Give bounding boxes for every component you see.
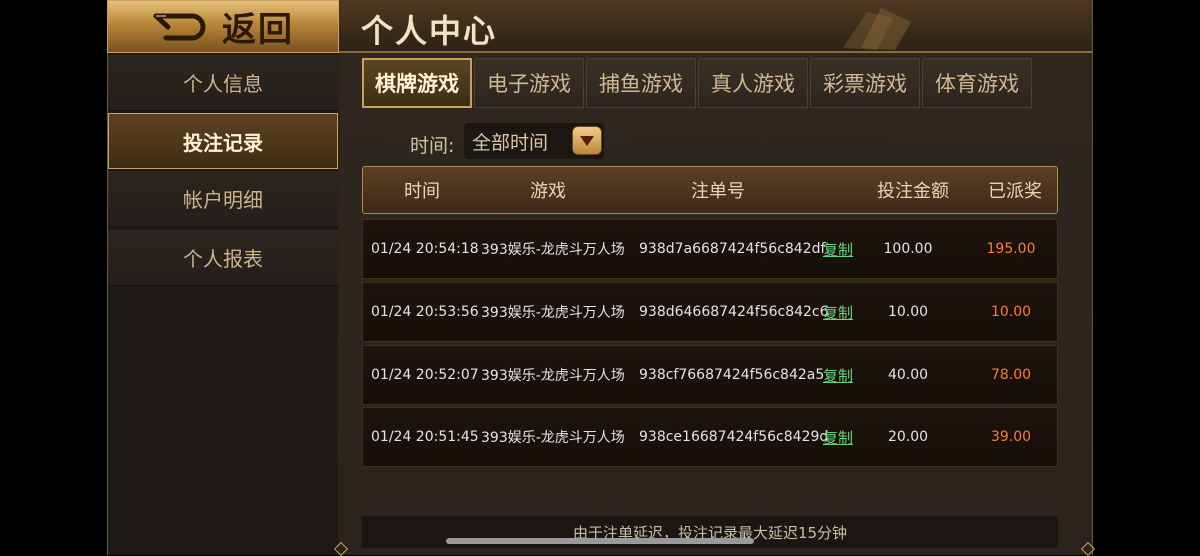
dropdown-arrow-icon[interactable]	[572, 126, 602, 155]
sidebar-item-label: 帐户明细	[183, 188, 263, 212]
copy-button[interactable]: 复制	[823, 283, 853, 341]
game-tabs: 棋牌游戏 电子游戏 捕鱼游戏 真人游戏 彩票游戏 体育游戏	[362, 58, 1034, 108]
sidebar-item-account-details[interactable]: 帐户明细	[108, 171, 338, 227]
tab-label: 电子游戏	[487, 72, 571, 96]
row-game: 393娱乐-龙虎斗万人场	[481, 242, 625, 258]
sidebar-item-label: 个人信息	[183, 72, 263, 96]
row-time: 01/24 20:54:18	[371, 241, 479, 257]
table-header: 时间 游戏 注单号 投注金额 已派奖	[362, 166, 1058, 214]
row-game: 393娱乐-龙虎斗万人场	[481, 368, 625, 384]
tab-label: 真人游戏	[711, 72, 795, 96]
row-time: 01/24 20:53:56	[371, 304, 479, 320]
column-header-bet-amount: 投注金额	[877, 181, 949, 202]
table-row: 01/24 20:52:07 393娱乐-龙虎斗万人场 938cf7668742…	[362, 345, 1058, 405]
table-row: 01/24 20:51:45 393娱乐-龙虎斗万人场 938ce1668742…	[362, 407, 1058, 467]
sidebar-item-personal-report[interactable]: 个人报表	[108, 230, 338, 286]
row-bet-amount: 40.00	[887, 367, 929, 383]
row-game: 393娱乐-龙虎斗万人场	[481, 430, 625, 446]
copy-button[interactable]: 复制	[823, 408, 853, 466]
sidebar-item-label: 个人报表	[183, 247, 263, 271]
home-indicator-bar	[446, 538, 754, 544]
back-label: 返回	[222, 10, 294, 50]
tab-lottery[interactable]: 彩票游戏	[810, 58, 920, 108]
tab-label: 彩票游戏	[823, 72, 907, 96]
row-payout: 10.00	[990, 304, 1032, 320]
header-bar: 个人中心	[339, 0, 1092, 53]
row-game: 393娱乐-龙虎斗万人场	[481, 305, 625, 321]
tab-chess-card[interactable]: 棋牌游戏	[362, 58, 472, 108]
tab-label: 体育游戏	[935, 72, 1019, 96]
time-filter-label: 时间:	[410, 135, 455, 157]
column-header-order-no: 注单号	[691, 181, 745, 202]
cards-decoration-icon	[843, 8, 911, 50]
row-bet-amount: 100.00	[883, 241, 933, 257]
column-header-game: 游戏	[530, 181, 566, 202]
back-button[interactable]: 返回	[107, 0, 339, 53]
sidebar-item-bet-records[interactable]: 投注记录	[108, 113, 338, 169]
row-time: 01/24 20:51:45	[371, 429, 479, 445]
tab-live[interactable]: 真人游戏	[698, 58, 808, 108]
copy-button[interactable]: 复制	[823, 220, 853, 278]
tab-electronic[interactable]: 电子游戏	[474, 58, 584, 108]
copy-button[interactable]: 复制	[823, 346, 853, 404]
time-filter-value: 全部时间	[472, 131, 549, 154]
row-payout: 39.00	[990, 429, 1032, 445]
row-order-no: 938d7a6687424f56c842df	[639, 241, 826, 257]
time-filter-select[interactable]: 全部时间	[464, 123, 604, 159]
row-order-no: 938d646687424f56c842c6	[639, 304, 829, 320]
row-order-no: 938ce16687424f56c8429d	[639, 429, 829, 445]
sidebar-item-label: 投注记录	[183, 130, 263, 155]
column-header-payout: 已派奖	[988, 181, 1042, 202]
column-header-time: 时间	[404, 181, 440, 202]
table-row: 01/24 20:54:18 393娱乐-龙虎斗万人场 938d7a668742…	[362, 219, 1058, 279]
tab-label: 棋牌游戏	[375, 72, 459, 96]
sidebar-item-profile[interactable]: 个人信息	[108, 55, 338, 111]
sidebar: 个人信息 投注记录 帐户明细 个人报表	[108, 53, 338, 555]
tab-label: 捕鱼游戏	[599, 72, 683, 96]
row-payout: 78.00	[990, 367, 1032, 383]
tab-fishing[interactable]: 捕鱼游戏	[586, 58, 696, 108]
row-bet-amount: 20.00	[887, 429, 929, 445]
tab-sports[interactable]: 体育游戏	[922, 58, 1032, 108]
row-payout: 195.00	[986, 241, 1036, 257]
row-bet-amount: 10.00	[887, 304, 929, 320]
main-content: 棋牌游戏 电子游戏 捕鱼游戏 真人游戏 彩票游戏 体育游戏 时间: 全部时间 时…	[340, 53, 1091, 555]
table-row: 01/24 20:53:56 393娱乐-龙虎斗万人场 938d64668742…	[362, 282, 1058, 342]
row-time: 01/24 20:52:07	[371, 367, 479, 383]
back-arrow-icon	[153, 13, 206, 40]
row-order-no: 938cf76687424f56c842a5	[639, 367, 825, 383]
page-title: 个人中心	[361, 12, 498, 50]
